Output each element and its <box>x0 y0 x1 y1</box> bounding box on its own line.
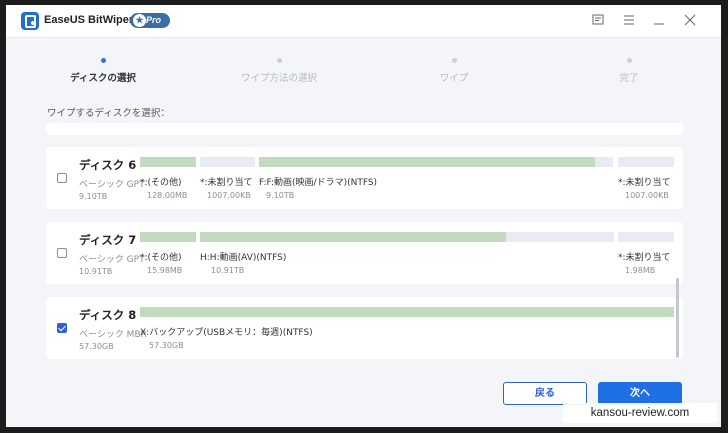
pro-badge: ★ Pro <box>130 13 170 28</box>
next-button[interactable]: 次へ <box>598 382 682 405</box>
close-icon[interactable] <box>683 14 697 28</box>
partition-size: 1.98MB <box>625 266 656 275</box>
partition-fill <box>140 307 674 317</box>
disk-name: ディスク 6 <box>79 158 137 172</box>
partition-bar <box>618 232 674 242</box>
partition-fill <box>259 157 596 167</box>
app-logo-icon <box>21 12 39 30</box>
title-bar: EaseUS BitWiper ★ Pro <box>6 5 721 38</box>
disk-list-scrollbar[interactable] <box>676 278 679 358</box>
partition-size: 10.91TB <box>211 266 245 275</box>
disk-type: ベーシック MBR <box>79 330 147 340</box>
app-window: EaseUS BitWiper ★ Pro ディスクの選択 ワイプ方法の選択 ワ… <box>6 5 721 427</box>
partition-name: *:未割り当て <box>618 178 671 188</box>
disk-size: 57.30GB <box>79 342 114 351</box>
step-wipe: ワイプ <box>439 73 469 84</box>
step-select-disk: ディスクの選択 <box>70 73 136 84</box>
disk-card-partial <box>46 123 683 135</box>
disk-name: ディスク 7 <box>79 233 137 247</box>
disk-type: ベーシック GPT <box>79 180 145 190</box>
partition-bar <box>140 232 196 242</box>
menu-icon[interactable] <box>622 14 636 28</box>
disk-card-7[interactable]: ディスク 7 ベーシック GPT 10.91TB *:(その他) 15.98MB… <box>46 222 683 284</box>
step-dot-select-disk <box>101 58 106 63</box>
partition-fill <box>140 157 196 167</box>
step-wipe-method: ワイプ方法の選択 <box>240 73 318 84</box>
step-dot-wipe-method <box>277 58 282 63</box>
partition-fill <box>140 232 196 242</box>
step-dot-complete <box>627 58 632 63</box>
watermark: kansou-review.com <box>563 403 717 423</box>
disk-6-checkbox[interactable] <box>57 173 67 183</box>
pro-badge-label: Pro <box>146 15 162 25</box>
disk-type: ベーシック GPT <box>79 255 145 265</box>
step-dot-wipe <box>452 58 457 63</box>
partition-size: 1007.00KB <box>625 191 669 200</box>
partition-size: 57.30GB <box>149 341 184 350</box>
partition-fill <box>200 232 507 242</box>
partition-name: *:(その他) <box>140 178 182 188</box>
disk-list[interactable]: ディスク 6 ベーシック GPT 9.10TB *:(その他) 128.00MB… <box>46 123 683 363</box>
partition-name: *:未割り当て <box>200 178 253 188</box>
star-icon: ★ <box>133 14 146 27</box>
partition-name: F:F:動画(映画/ドラマ)(NTFS) <box>259 178 378 188</box>
partition-bar <box>200 232 614 242</box>
app-title: EaseUS BitWiper <box>44 14 134 26</box>
partition-bar <box>200 157 255 167</box>
wizard-stepper: ディスクの選択 ワイプ方法の選択 ワイプ 完了 <box>6 38 721 98</box>
partition-bar <box>259 157 613 167</box>
disk-size: 9.10TB <box>79 192 108 201</box>
disk-size: 10.91TB <box>79 267 113 276</box>
step-complete: 完了 <box>619 73 639 84</box>
disk-name: ディスク 8 <box>79 308 137 322</box>
partition-size: 128.00MB <box>147 191 188 200</box>
partition-name: *:未割り当て <box>618 253 671 263</box>
partition-name: *:(その他) <box>140 253 182 263</box>
partition-bar <box>618 157 674 167</box>
disk-card-8[interactable]: ディスク 8 ベーシック MBR 57.30GB X:バックアップ(USBメモリ… <box>46 297 683 359</box>
disk-card-6[interactable]: ディスク 6 ベーシック GPT 9.10TB *:(その他) 128.00MB… <box>46 147 683 209</box>
disk-7-checkbox[interactable] <box>57 248 67 258</box>
partition-size: 9.10TB <box>266 191 295 200</box>
feedback-icon[interactable] <box>591 14 605 28</box>
partition-name: H:H:動画(AV)(NTFS) <box>200 253 287 263</box>
section-label: ワイプするディスクを選択： <box>47 108 170 119</box>
partition-size: 1007.00KB <box>207 191 251 200</box>
partition-bar <box>140 157 196 167</box>
minimize-icon[interactable] <box>652 14 666 28</box>
disk-8-checkbox[interactable] <box>57 323 67 333</box>
partition-name: X:バックアップ(USBメモリ：毎週)(NTFS) <box>140 328 313 338</box>
partition-size: 15.98MB <box>147 266 183 275</box>
partition-bar <box>140 307 674 317</box>
back-button[interactable]: 戻る <box>503 382 587 405</box>
